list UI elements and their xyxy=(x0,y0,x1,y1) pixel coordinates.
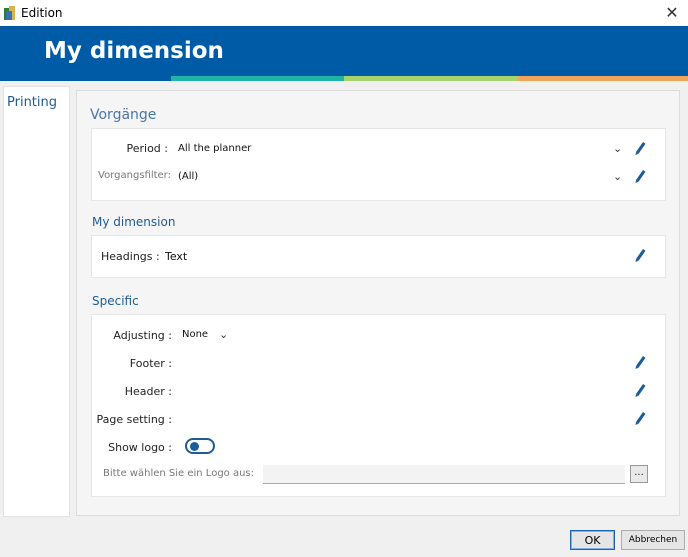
period-label: Period : xyxy=(126,142,168,155)
vorgaenge-card: Period : All the planner ⌄ Vorgangsfilte… xyxy=(91,128,666,201)
close-button[interactable]: ✕ xyxy=(660,2,684,24)
ok-button[interactable]: OK xyxy=(570,530,615,550)
show-logo-label: Show logo : xyxy=(108,441,172,454)
sidebar-item-printing[interactable]: Printing xyxy=(7,95,57,110)
chevron-down-icon[interactable]: ⌄ xyxy=(613,170,622,183)
pencil-icon[interactable] xyxy=(633,168,647,184)
accent-stripe-orange xyxy=(518,76,688,81)
section-title-my-dimension: My dimension xyxy=(92,215,176,229)
show-logo-toggle[interactable] xyxy=(185,438,215,454)
window-title: Edition xyxy=(21,6,63,20)
pencil-icon[interactable] xyxy=(633,140,647,156)
section-title-vorgaenge: Vorgänge xyxy=(90,107,157,123)
section-title-specific: Specific xyxy=(92,294,139,308)
chevron-down-icon[interactable]: ⌄ xyxy=(219,328,228,341)
pencil-icon[interactable] xyxy=(633,354,647,370)
headings-value[interactable]: Text xyxy=(165,250,187,263)
page-title: My dimension xyxy=(44,38,224,64)
specific-card: Adjusting : None ⌄ Footer : Header : Pag… xyxy=(91,314,666,497)
logo-label: Bitte wählen Sie ein Logo aus: xyxy=(103,468,255,479)
footer-label: Footer : xyxy=(129,357,172,370)
app-icon xyxy=(4,6,15,20)
my-dimension-card: Headings : Text xyxy=(91,235,666,278)
header-label: Header : xyxy=(124,385,172,398)
page-setting-label: Page setting : xyxy=(96,413,172,426)
adjusting-select[interactable]: None xyxy=(182,329,208,340)
browse-logo-button[interactable]: ... xyxy=(630,465,648,483)
settings-panel: Vorgänge Period : All the planner ⌄ Vorg… xyxy=(76,90,680,516)
headings-label: Headings : xyxy=(101,250,160,263)
pencil-icon[interactable] xyxy=(633,410,647,426)
vorgangsfilter-label: Vorgangsfilter: xyxy=(98,170,171,181)
accent-stripe-green xyxy=(344,76,518,81)
toggle-knob xyxy=(190,442,199,451)
period-select[interactable]: All the planner xyxy=(178,143,618,154)
close-icon: ✕ xyxy=(665,3,679,22)
logo-path-input[interactable] xyxy=(263,465,625,484)
pencil-icon[interactable] xyxy=(633,247,647,263)
window-titlebar: Edition ✕ xyxy=(0,0,688,26)
pencil-icon[interactable] xyxy=(633,382,647,398)
vorgangsfilter-select[interactable]: (All) xyxy=(178,171,618,182)
cancel-button[interactable]: Abbrechen xyxy=(621,530,685,550)
adjusting-label: Adjusting : xyxy=(113,329,172,342)
header-banner: My dimension xyxy=(0,26,688,81)
chevron-down-icon[interactable]: ⌄ xyxy=(613,142,622,155)
accent-stripe-teal xyxy=(171,76,344,81)
sidebar: Printing xyxy=(3,86,70,517)
